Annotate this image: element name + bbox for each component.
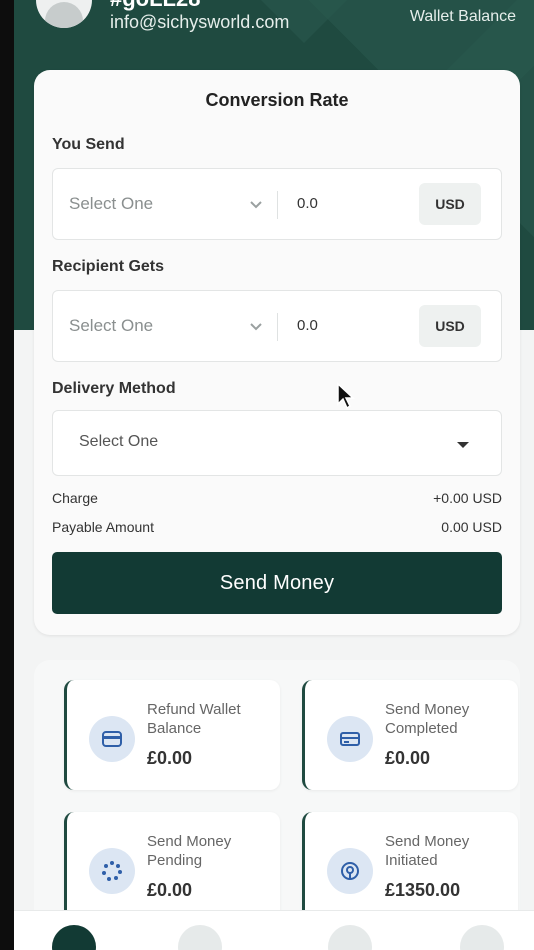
user-email: info@sichysworld.com bbox=[110, 12, 290, 32]
stat-card-initiated[interactable]: Send Money Initiated £1350.00 bbox=[302, 812, 518, 922]
recipient-gets-currency: USD bbox=[419, 305, 481, 347]
wallet-balance-label: Wallet Balance bbox=[409, 8, 516, 25]
chevron-down-icon[interactable] bbox=[247, 317, 265, 335]
stat-card-refund[interactable]: Refund Wallet Balance £0.00 bbox=[64, 680, 280, 790]
avatar-body bbox=[45, 2, 83, 28]
username: #goLL28 bbox=[110, 0, 200, 12]
profile-header: #goLL28 info@sichysworld.com Wallet Bala… bbox=[14, 0, 534, 60]
you-send-label: You Send bbox=[52, 136, 125, 153]
exchange-icon[interactable] bbox=[328, 925, 372, 950]
you-send-amount-input[interactable]: 0.0 bbox=[297, 195, 318, 212]
app-screen: #goLL28 info@sichysworld.com Wallet Bala… bbox=[14, 0, 534, 950]
caret-down-icon bbox=[457, 442, 469, 448]
loading-icon bbox=[89, 848, 135, 894]
field-divider bbox=[277, 191, 278, 219]
stat-title: Send Money Completed bbox=[385, 701, 470, 737]
stat-title: Send Money Pending bbox=[147, 833, 232, 869]
send-money-button[interactable]: Send Money bbox=[52, 552, 502, 614]
chevron-down-icon[interactable] bbox=[247, 195, 265, 213]
recipient-gets-label: Recipient Gets bbox=[52, 258, 165, 275]
charge-label: Charge bbox=[52, 490, 98, 506]
conversion-card: Conversion Rate You Send Select One 0.0 … bbox=[34, 70, 520, 635]
delivery-method-select[interactable]: Select One bbox=[52, 410, 502, 476]
stat-value: £0.00 bbox=[147, 748, 193, 768]
stat-title: Send Money Initiated bbox=[385, 833, 470, 869]
stat-card-pending[interactable]: Send Money Pending £0.00 bbox=[64, 812, 280, 922]
payable-value: 0.00 USD bbox=[441, 519, 502, 535]
delivery-method-label: Delivery Method bbox=[52, 380, 176, 397]
wallet-icon bbox=[89, 716, 135, 762]
recipient-gets-select[interactable]: Select One bbox=[69, 316, 153, 336]
stat-title: Refund Wallet Balance bbox=[147, 701, 241, 737]
recipient-gets-amount-input[interactable]: 0.0 bbox=[297, 317, 318, 334]
home-icon[interactable] bbox=[52, 925, 96, 950]
transfer-icon[interactable] bbox=[178, 925, 222, 950]
stat-card-completed[interactable]: Send Money Completed £0.00 bbox=[302, 680, 518, 790]
avatar[interactable] bbox=[36, 0, 92, 28]
you-send-currency: USD bbox=[419, 183, 481, 225]
card-icon bbox=[327, 716, 373, 762]
you-send-select[interactable]: Select One bbox=[69, 194, 153, 214]
stat-value: £0.00 bbox=[147, 880, 193, 900]
stats-panel: Refund Wallet Balance £0.00 Send Money C… bbox=[34, 660, 520, 950]
payable-label: Payable Amount bbox=[52, 519, 154, 535]
profile-icon[interactable] bbox=[460, 925, 504, 950]
charge-value: +0.00 USD bbox=[433, 490, 502, 506]
pin-icon bbox=[327, 848, 373, 894]
stat-value: £0.00 bbox=[385, 748, 431, 768]
delivery-method-placeholder: Select One bbox=[79, 433, 159, 450]
you-send-field: Select One 0.0 USD bbox=[52, 168, 502, 240]
mouse-cursor-icon bbox=[337, 382, 355, 410]
recipient-gets-field: Select One 0.0 USD bbox=[52, 290, 502, 362]
stat-value: £1350.00 bbox=[385, 880, 461, 900]
card-title: Conversion Rate bbox=[205, 90, 349, 110]
bottom-navigation bbox=[14, 910, 534, 950]
field-divider bbox=[277, 313, 278, 341]
